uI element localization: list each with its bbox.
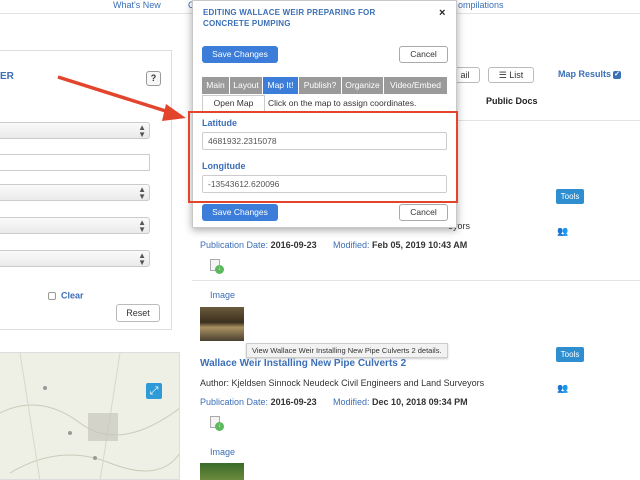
result-title-2[interactable]: Wallace Weir Installing New Pipe Culvert…: [200, 358, 406, 369]
tab-layout[interactable]: Layout: [230, 77, 263, 94]
select-arrows-icon: ▲ ▼: [138, 123, 146, 139]
tab-publish[interactable]: Publish?: [299, 77, 342, 94]
details-tooltip: View Wallace Weir Installing New Pipe Cu…: [246, 343, 448, 358]
filter-select-3[interactable]: ▲ ▼: [0, 217, 150, 234]
modal-title: EDITING WALLACE WEIR PREPARING FOR CONCR…: [203, 8, 376, 28]
pub-date-value: 2016-09-23: [270, 397, 317, 407]
result-thumbnail-2[interactable]: [200, 463, 244, 480]
filter-panel-title: ER: [0, 71, 14, 82]
modified-row-2: Modified: Dec 10, 2018 09:34 PM: [333, 397, 468, 407]
map-terrain: [0, 353, 179, 479]
tools-button-2[interactable]: Tools: [556, 347, 584, 362]
nav-compilations[interactable]: ompilations: [458, 0, 504, 10]
select-arrows-icon: ▲ ▼: [138, 251, 146, 267]
filter-text-input[interactable]: [0, 154, 150, 171]
clear-checkbox-row[interactable]: Clear: [48, 290, 84, 301]
save-changes-button-top[interactable]: Save Changes: [202, 46, 278, 63]
map-results-label: Map Results: [558, 69, 612, 79]
nav-whats-new[interactable]: What's New: [113, 0, 161, 10]
cancel-button-top[interactable]: Cancel: [399, 46, 448, 63]
modified-label: Modified:: [333, 240, 370, 250]
tab-video-embed[interactable]: Video/Embed: [384, 77, 448, 94]
author-text-2: Author: Kjeldsen Sinnock Neudeck Civil E…: [200, 378, 485, 388]
open-map-button[interactable]: Open Map: [202, 95, 265, 112]
map-hint-text: Click on the map to assign coordinates.: [268, 98, 417, 108]
filter-panel: ER ? ▲ ▼ ▲ ▼ ▲ ▼ ▲ ▼ Clear Reset: [0, 50, 172, 330]
download-doc-icon[interactable]: ↓: [210, 259, 224, 274]
save-changes-button-bottom[interactable]: Save Changes: [202, 204, 278, 221]
annotation-highlight-box: [188, 111, 458, 203]
modified-row-1: Modified: Feb 05, 2019 10:43 AM: [333, 240, 467, 250]
people-icon[interactable]: 👥: [557, 383, 568, 394]
close-icon[interactable]: ×: [439, 7, 445, 19]
select-arrows-icon: ▲ ▼: [138, 185, 146, 201]
result-type-1: Image: [210, 290, 236, 300]
map-widget[interactable]: ⤢: [0, 352, 180, 480]
people-icon[interactable]: 👥: [557, 226, 568, 237]
reset-button[interactable]: Reset: [116, 304, 160, 322]
clear-checkbox[interactable]: [48, 291, 56, 300]
map-results-toggle[interactable]: Map Results ✓: [558, 69, 622, 79]
pub-date-label: Publication Date:: [200, 240, 269, 250]
modified-label: Modified:: [333, 397, 370, 407]
pub-date-label: Publication Date:: [200, 397, 269, 407]
filter-select-4[interactable]: ▲ ▼: [0, 250, 150, 267]
tab-map-it[interactable]: Map It!: [263, 77, 299, 94]
select-arrows-icon: ▲ ▼: [138, 218, 146, 234]
tab-main[interactable]: Main: [202, 77, 230, 94]
filter-select-1[interactable]: ▲ ▼: [0, 122, 150, 139]
clear-label[interactable]: Clear: [61, 291, 84, 301]
modified-value: Dec 10, 2018 09:34 PM: [372, 397, 468, 407]
cancel-button-bottom[interactable]: Cancel: [399, 204, 448, 221]
download-doc-icon[interactable]: ↓: [210, 416, 224, 431]
tab-organize[interactable]: Organize: [342, 77, 384, 94]
help-button[interactable]: ?: [146, 71, 161, 86]
pub-date-row-1: Publication Date: 2016-09-23: [200, 240, 317, 250]
list-icon: ☰: [498, 70, 507, 80]
result-type-2: Image: [210, 447, 236, 457]
pub-date-row-2: Publication Date: 2016-09-23: [200, 397, 317, 407]
map-expand-icon[interactable]: ⤢: [146, 383, 162, 399]
result-thumbnail-1[interactable]: [200, 307, 244, 341]
public-docs-tab[interactable]: Public Docs: [486, 96, 538, 106]
filter-select-2[interactable]: ▲ ▼: [0, 184, 150, 201]
list-tab-label: List: [509, 70, 524, 80]
checkmark-icon: ✓: [613, 70, 622, 79]
pub-date-value: 2016-09-23: [270, 240, 317, 250]
modified-value: Feb 05, 2019 10:43 AM: [372, 240, 468, 250]
tools-button-1[interactable]: Tools: [556, 189, 584, 204]
list-tab-button[interactable]: ☰ List: [488, 67, 534, 83]
